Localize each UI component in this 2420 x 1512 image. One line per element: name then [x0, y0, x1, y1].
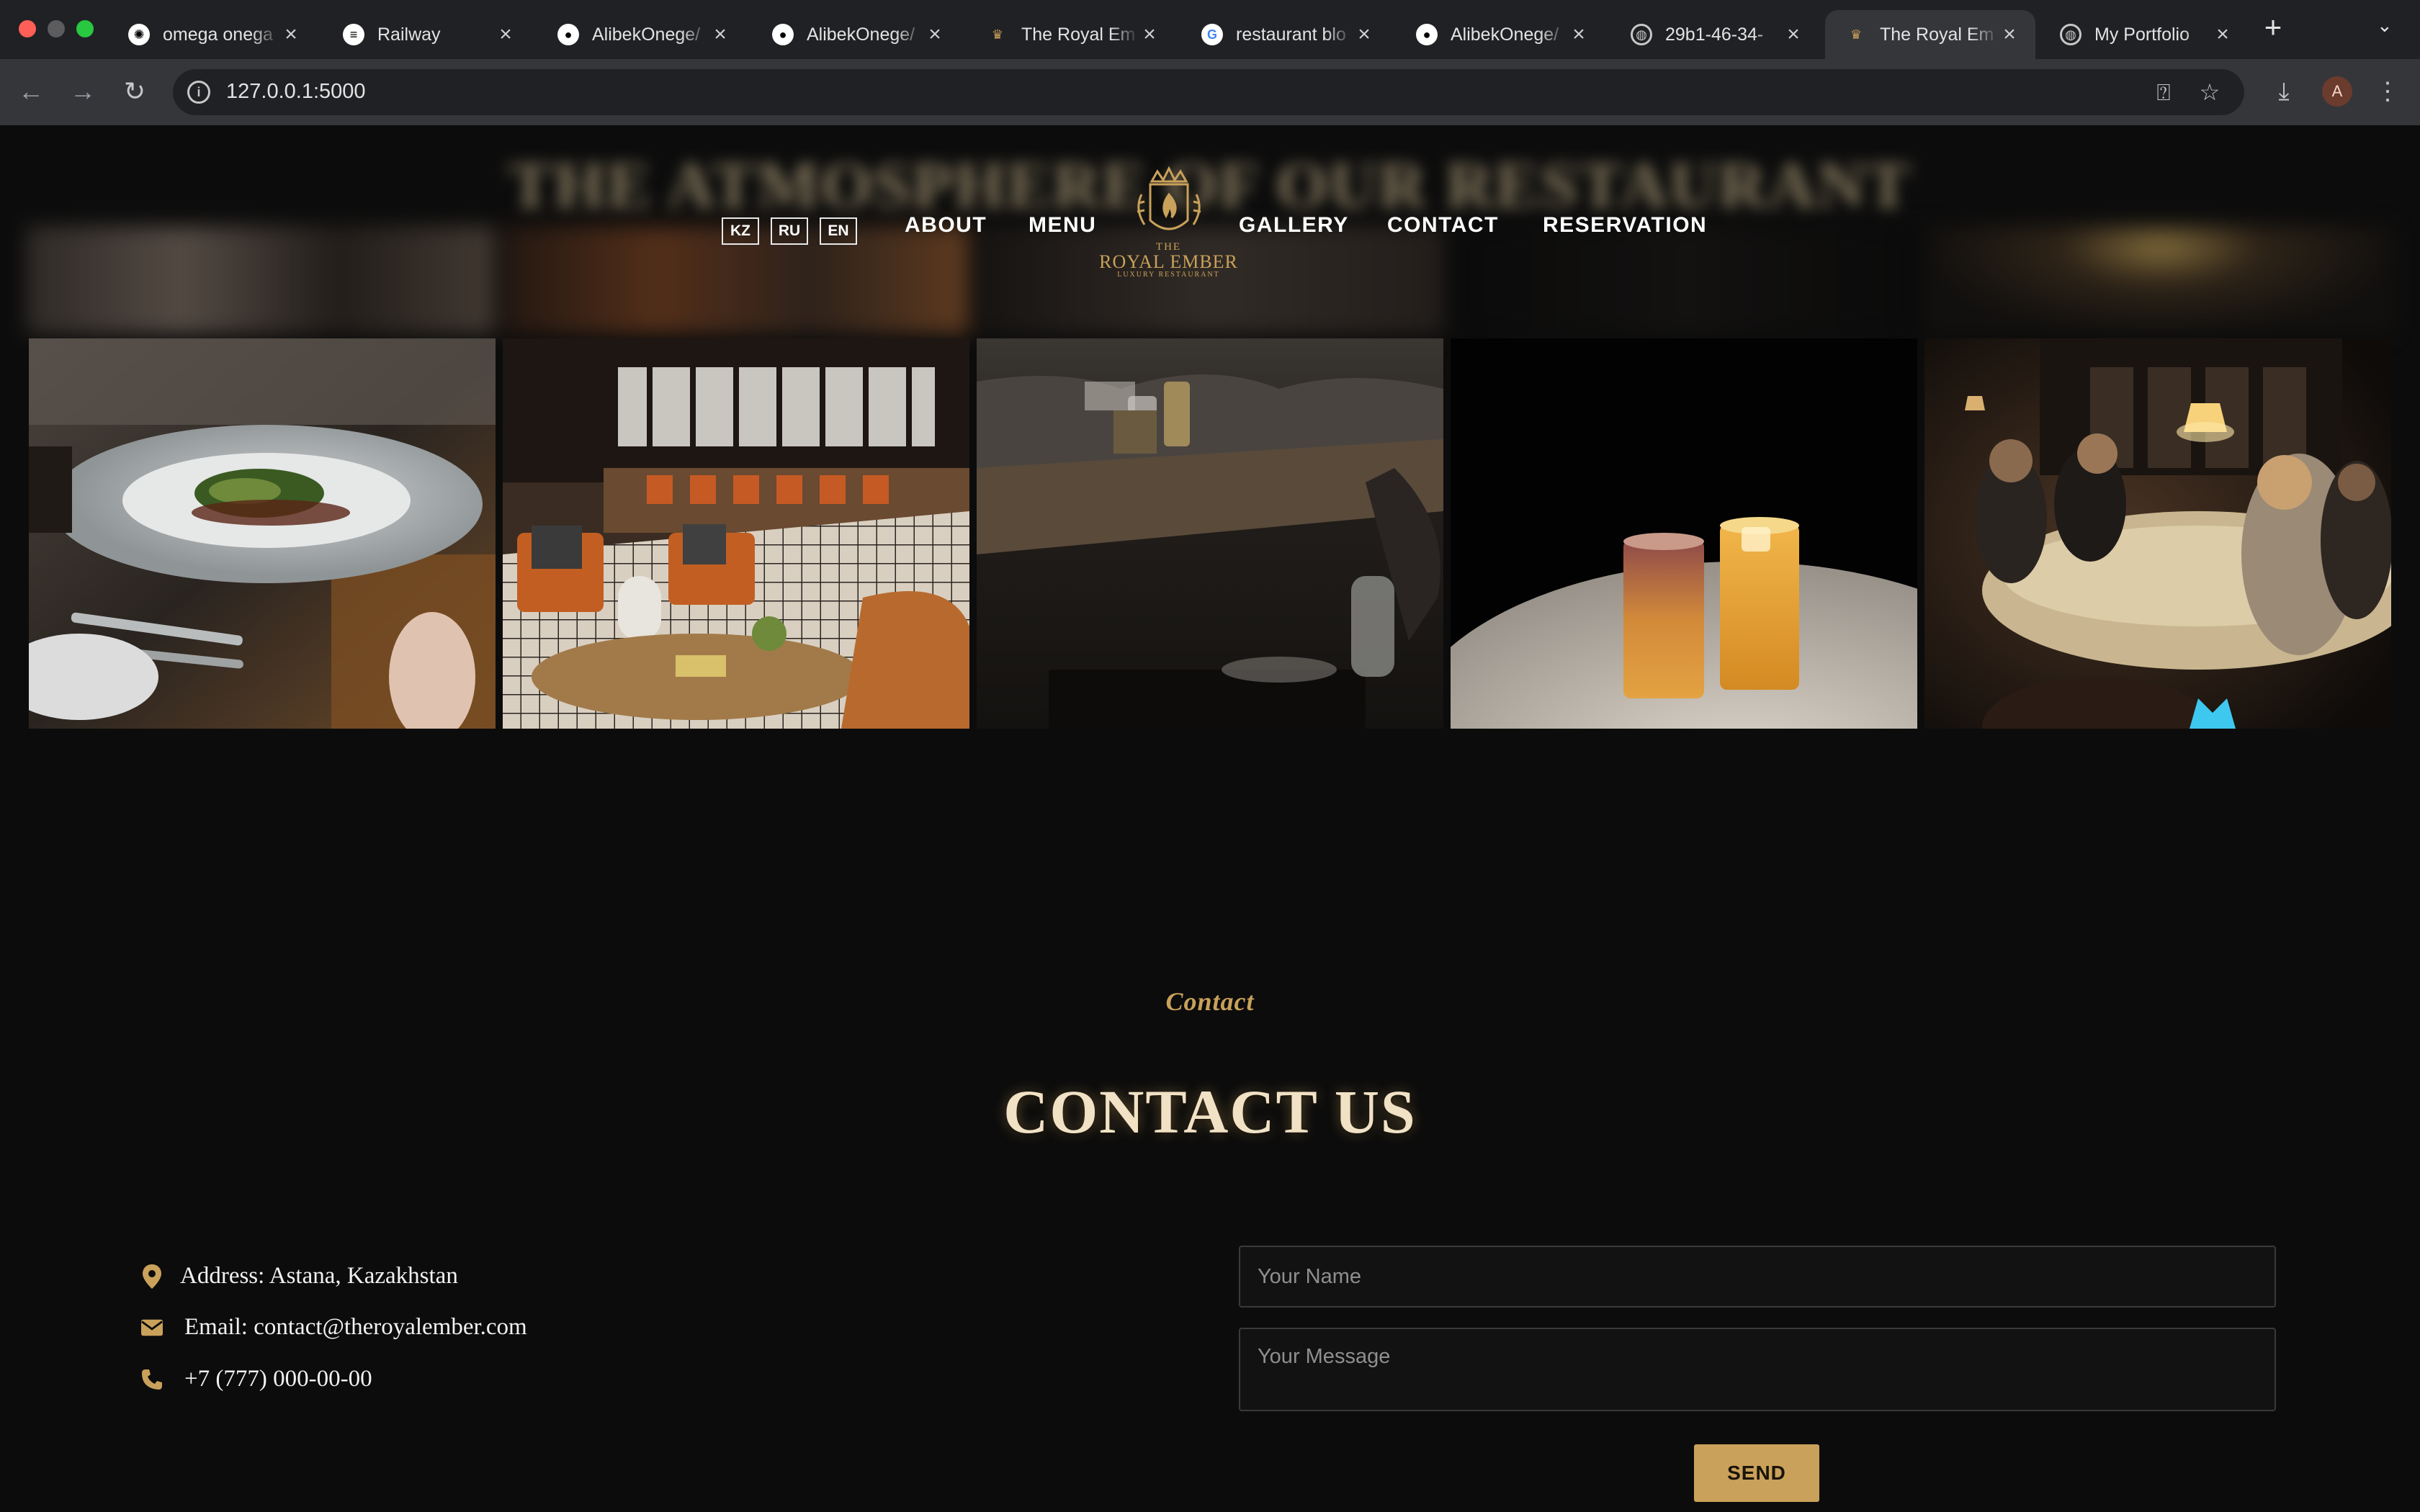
- new-tab-button[interactable]: +: [2259, 12, 2287, 42]
- url-text[interactable]: 127.0.0.1:5000: [226, 80, 366, 104]
- github-icon: ●: [772, 24, 794, 45]
- github-icon: ●: [557, 24, 579, 45]
- gallery-photo-plated-dish[interactable]: [29, 338, 496, 729]
- tab-title: My Portfolio: [2094, 24, 2190, 45]
- close-tab-icon[interactable]: ×: [1999, 22, 2020, 47]
- message-textarea[interactable]: Your Message: [1239, 1328, 2276, 1411]
- openai-icon: ✺: [128, 24, 150, 45]
- lounge-bar-image: [503, 338, 969, 729]
- maximize-window-button[interactable]: [76, 20, 94, 37]
- back-arrow-icon[interactable]: ←: [14, 75, 48, 108]
- github-icon: ●: [1416, 24, 1438, 45]
- browser-tab-bar: ✺ omega onega × ≡ Railway × ● AlibekOneg…: [0, 0, 2420, 59]
- browser-tab[interactable]: ● AlibekOnege/ ×: [537, 10, 746, 59]
- browser-tab[interactable]: ◍ 29b1-46-34- ×: [1610, 10, 1819, 59]
- language-kz-button[interactable]: KZ: [722, 217, 759, 245]
- tab-title: restaurant blo: [1236, 24, 1346, 45]
- translate-icon[interactable]: ⍰: [2149, 78, 2178, 107]
- browser-tab-active[interactable]: ♛ The Royal Em ×: [1825, 10, 2035, 59]
- gallery-row: [29, 338, 2391, 729]
- tab-title: Railway: [377, 24, 441, 45]
- web-page: THE ATMOSPHERE OF OUR RESTAURANT KZ RU E…: [0, 125, 2420, 1512]
- nav-menu-link[interactable]: MENU: [1028, 213, 1096, 238]
- browser-menu-icon[interactable]: ⋮: [2371, 75, 2404, 108]
- address-text: Address: Astana, Kazakhstan: [180, 1263, 458, 1289]
- nav-about-link[interactable]: ABOUT: [905, 213, 987, 238]
- tab-search-chevron-icon[interactable]: ⌄: [2377, 14, 2393, 37]
- browser-tab[interactable]: ● AlibekOnege/ ×: [1396, 10, 1605, 59]
- dining-booth-image: [977, 338, 1443, 729]
- tab-title: AlibekOnege/: [1451, 24, 1559, 45]
- close-tab-icon[interactable]: ×: [2213, 22, 2233, 47]
- contact-address: Address: Astana, Kazakhstan: [141, 1263, 458, 1290]
- gallery-photo-cocktails[interactable]: [1451, 338, 1917, 729]
- browser-tab[interactable]: ● AlibekOnege/ ×: [752, 10, 961, 59]
- browser-toolbar: ← → ↻ i 127.0.0.1:5000 ⍰ ☆ ⤓ A ⋮: [0, 59, 2420, 125]
- phone-text[interactable]: +7 (777) 000-00-00: [184, 1366, 372, 1392]
- browser-tab[interactable]: G restaurant blo ×: [1181, 10, 1390, 59]
- map-pin-icon: [141, 1264, 163, 1289]
- name-input[interactable]: Your Name: [1239, 1246, 2276, 1308]
- railway-icon: ≡: [343, 24, 364, 45]
- close-tab-icon[interactable]: ×: [1783, 22, 1803, 47]
- nav-contact-link[interactable]: CONTACT: [1387, 213, 1499, 238]
- site-info-icon[interactable]: i: [187, 81, 210, 104]
- profile-avatar[interactable]: A: [2322, 76, 2352, 107]
- address-bar[interactable]: i 127.0.0.1:5000 ⍰ ☆: [173, 69, 2244, 115]
- tab-title: 29b1-46-34-: [1665, 24, 1764, 45]
- browser-tab[interactable]: ✺ omega onega ×: [108, 10, 317, 59]
- royal-ember-logo[interactable]: THE ROYAL EMBER LUXURY RESTAURANT: [1095, 166, 1242, 288]
- close-tab-icon[interactable]: ×: [710, 22, 730, 47]
- globe-icon: ◍: [2060, 24, 2081, 45]
- tab-title: omega onega: [163, 24, 273, 45]
- tab-title: The Royal Em: [1880, 24, 1994, 45]
- nav-gallery-link[interactable]: GALLERY: [1239, 213, 1349, 238]
- crown-crest-icon: [1137, 166, 1201, 230]
- close-window-button[interactable]: [19, 20, 36, 37]
- browser-tab[interactable]: ≡ Railway ×: [323, 10, 532, 59]
- close-tab-icon[interactable]: ×: [496, 22, 516, 47]
- close-tab-icon[interactable]: ×: [1569, 22, 1589, 47]
- tab-title: The Royal Em: [1021, 24, 1136, 45]
- logo-line-name: ROYAL EMBER: [1099, 251, 1238, 272]
- bookmark-star-icon[interactable]: ☆: [2195, 78, 2224, 107]
- close-tab-icon[interactable]: ×: [1139, 22, 1160, 47]
- email-text[interactable]: Email: contact@theroyalember.com: [184, 1314, 527, 1341]
- close-tab-icon[interactable]: ×: [925, 22, 945, 47]
- download-icon[interactable]: ⤓: [2267, 75, 2300, 108]
- contact-email: Email: contact@theroyalember.com: [141, 1314, 527, 1341]
- contact-kicker: Contact: [1165, 987, 1255, 1016]
- gallery-photo-lounge-bar[interactable]: [503, 338, 969, 729]
- google-icon: G: [1201, 24, 1223, 45]
- close-tab-icon[interactable]: ×: [1354, 22, 1374, 47]
- plated-dish-image: [29, 338, 496, 729]
- dinner-party-image: [1924, 338, 2391, 729]
- browser-tab[interactable]: ◍ My Portfolio ×: [2040, 10, 2249, 59]
- reload-icon[interactable]: ↻: [118, 75, 151, 108]
- language-en-button[interactable]: EN: [820, 217, 857, 245]
- nav-reservation-link[interactable]: RESERVATION: [1543, 213, 1707, 238]
- minimize-window-button[interactable]: [48, 20, 65, 37]
- browser-tab[interactable]: ♛ The Royal Em ×: [967, 10, 1175, 59]
- royal-ember-icon: ♛: [1850, 27, 1863, 42]
- gallery-photo-dining-booth[interactable]: [977, 338, 1443, 729]
- tab-title: AlibekOnege/: [592, 24, 701, 45]
- gallery-photo-dinner-party[interactable]: [1924, 338, 2391, 729]
- tab-title: AlibekOnege/: [807, 24, 915, 45]
- language-ru-button[interactable]: RU: [771, 217, 808, 245]
- contact-title: CONTACT US: [1003, 1077, 1417, 1146]
- forward-arrow-icon[interactable]: →: [66, 75, 99, 108]
- phone-icon: [141, 1367, 163, 1392]
- envelope-icon: [141, 1315, 163, 1340]
- send-button[interactable]: SEND: [1694, 1444, 1819, 1502]
- globe-icon: ◍: [1631, 24, 1652, 45]
- royal-ember-icon: ♛: [991, 27, 1004, 42]
- close-tab-icon[interactable]: ×: [281, 22, 301, 47]
- contact-phone: +7 (777) 000-00-00: [141, 1366, 372, 1392]
- cocktails-image: [1451, 338, 1917, 729]
